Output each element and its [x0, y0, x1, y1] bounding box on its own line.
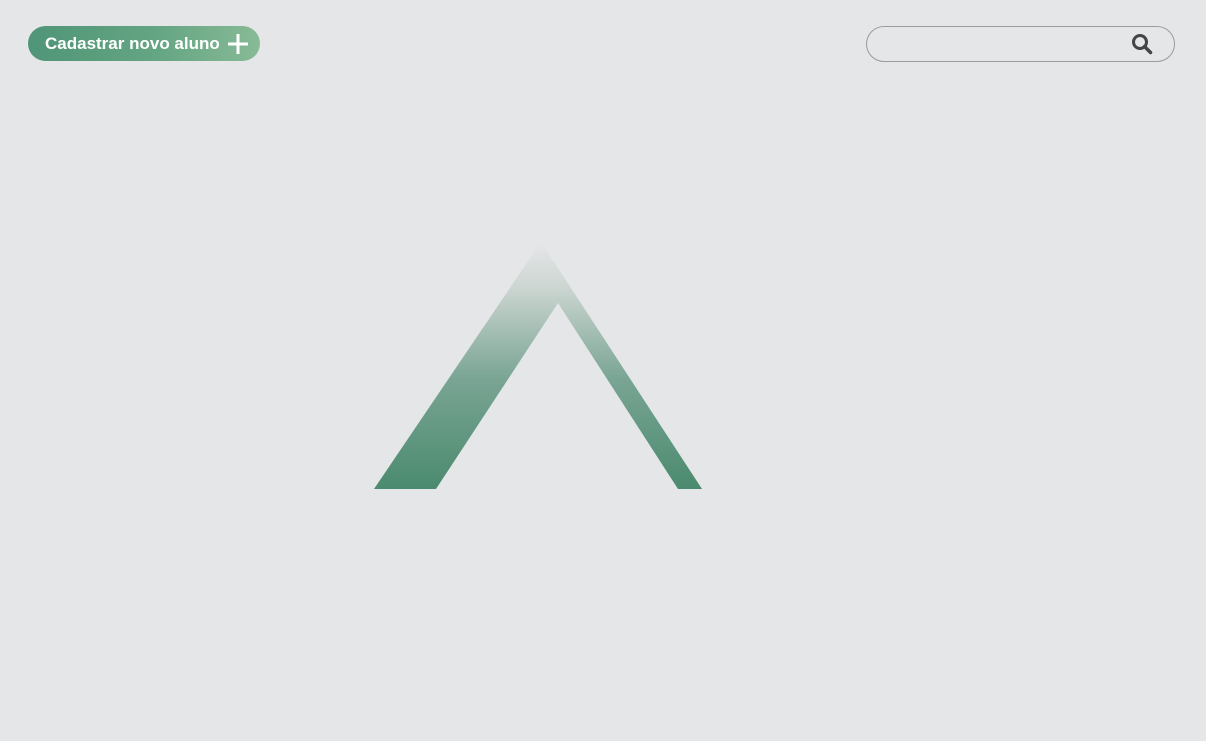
- search-icon[interactable]: [1131, 33, 1153, 55]
- plus-icon: [227, 33, 248, 54]
- page: Cadastrar novo aluno: [0, 0, 1206, 742]
- add-student-label: Cadastrar novo aluno: [45, 33, 220, 53]
- add-student-button[interactable]: Cadastrar novo aluno: [28, 26, 260, 61]
- search-input[interactable]: [881, 27, 1125, 63]
- chevron-logo-icon: [374, 242, 702, 489]
- search-box[interactable]: [866, 26, 1175, 63]
